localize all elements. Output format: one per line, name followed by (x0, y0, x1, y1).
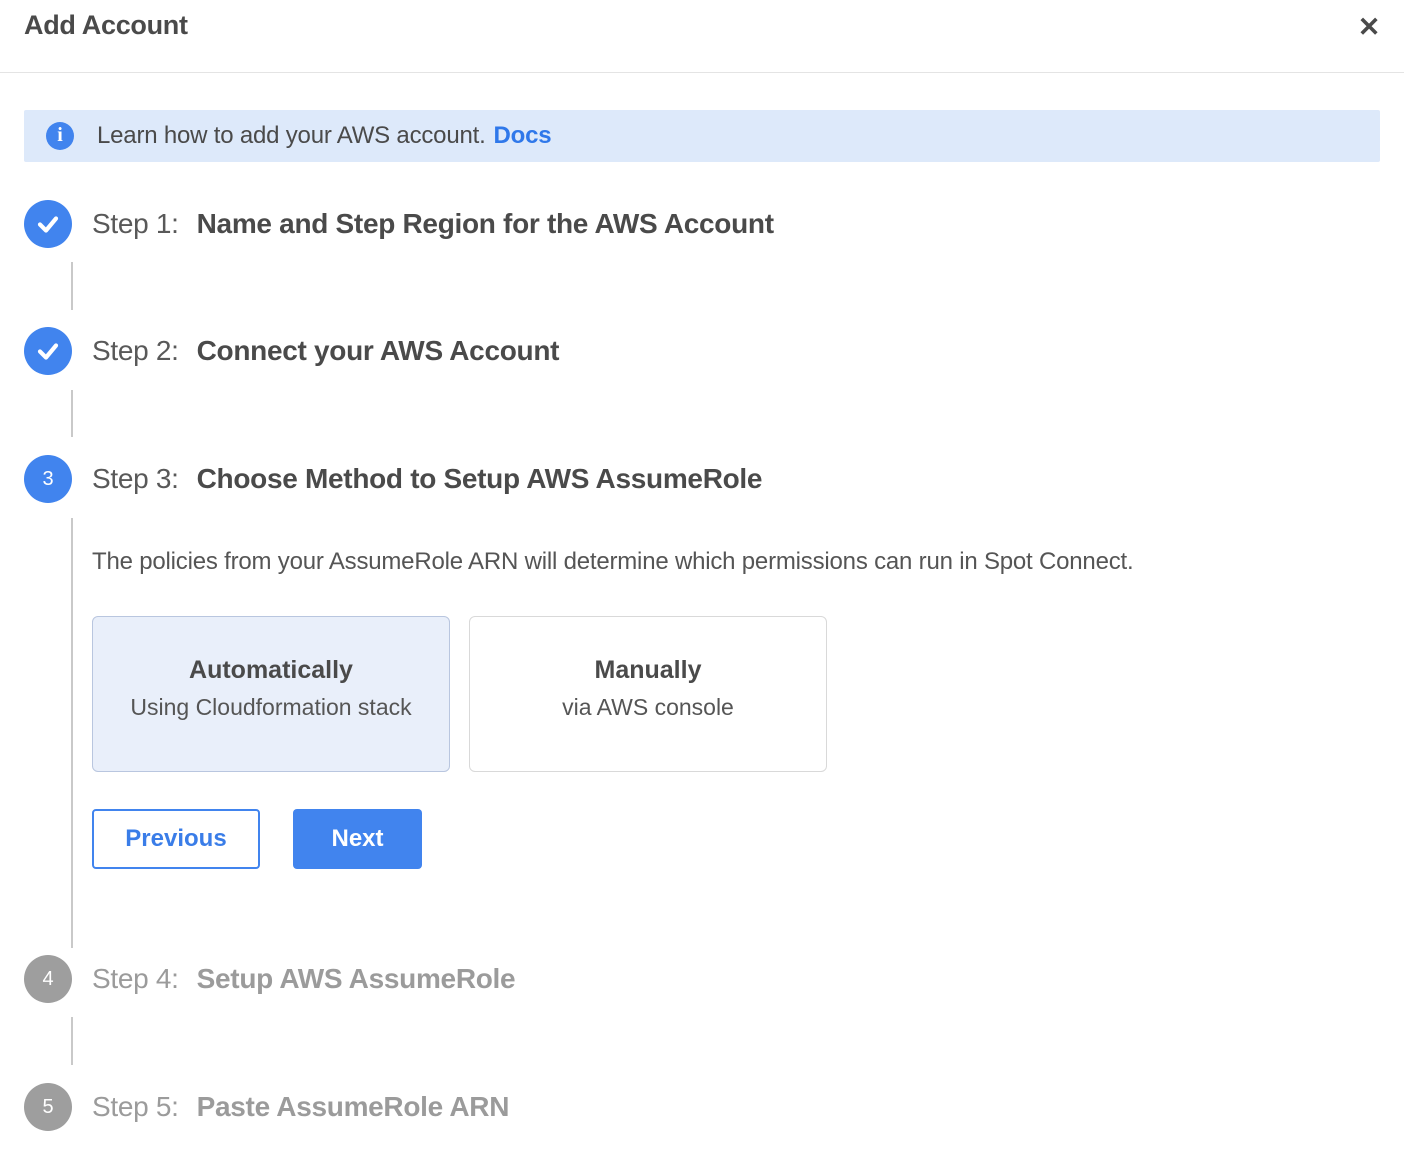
step-1-row: Step 1: Name and Step Region for the AWS… (24, 200, 1380, 248)
step-4-heading: Step 4: Setup AWS AssumeRole (92, 963, 515, 995)
option-card-automatically[interactable]: Automatically Using Cloudformation stack (92, 616, 450, 772)
option-card-manually[interactable]: Manually via AWS console (469, 616, 827, 772)
modal-header: Add Account ✕ (0, 0, 1404, 73)
step-connector-3 (71, 518, 73, 948)
step-3-heading: Step 3: Choose Method to Setup AWS Assum… (92, 463, 762, 495)
step-5-number: 5 (42, 1096, 53, 1119)
step-3-circle: 3 (24, 455, 72, 503)
info-icon: i (46, 122, 74, 150)
docs-link[interactable]: Docs (494, 122, 552, 149)
close-button[interactable]: ✕ (1352, 10, 1386, 44)
step-1-title: Name and Step Region for the AWS Account (197, 208, 774, 240)
option-manually-subtitle: via AWS console (562, 694, 734, 721)
step-3-description: The policies from your AssumeRole ARN wi… (92, 548, 1380, 576)
step-3-number: 3 (42, 468, 53, 491)
step-1-label: Step 1: (92, 208, 179, 240)
option-manually-title: Manually (595, 656, 702, 685)
step-3-label: Step 3: (92, 463, 179, 495)
next-button[interactable]: Next (293, 809, 422, 869)
step-connector-4 (71, 1017, 73, 1065)
modal-title: Add Account (24, 10, 188, 41)
step-4-row: 4 Step 4: Setup AWS AssumeRole (24, 955, 1380, 1003)
step-4-label: Step 4: (92, 963, 179, 995)
step-3-panel: The policies from your AssumeRole ARN wi… (24, 503, 1380, 869)
step-2-label: Step 2: (92, 335, 179, 367)
step-3-panel-inner: The policies from your AssumeRole ARN wi… (92, 503, 1380, 869)
step-5-heading: Step 5: Paste AssumeRole ARN (92, 1091, 509, 1123)
check-icon (35, 211, 61, 237)
step-1-heading: Step 1: Name and Step Region for the AWS… (92, 208, 774, 240)
step-5-label: Step 5: (92, 1091, 179, 1123)
banner-text: Learn how to add your AWS account. (97, 122, 486, 149)
add-account-modal: Add Account ✕ i Learn how to add your AW… (0, 0, 1404, 1131)
step-2-heading: Step 2: Connect your AWS Account (92, 335, 559, 367)
step-5-circle: 5 (24, 1083, 72, 1131)
banner-message: Learn how to add your AWS account. Docs (97, 122, 551, 150)
step-3-title: Choose Method to Setup AWS AssumeRole (197, 463, 763, 495)
option-automatically-title: Automatically (189, 656, 353, 685)
info-banner: i Learn how to add your AWS account. Docs (24, 110, 1380, 162)
close-icon: ✕ (1358, 14, 1381, 41)
previous-button[interactable]: Previous (92, 809, 260, 869)
step-4-number: 4 (42, 968, 53, 991)
modal-content: i Learn how to add your AWS account. Docs… (0, 110, 1404, 1131)
step-2-row: Step 2: Connect your AWS Account (24, 327, 1380, 375)
step-connector-2 (71, 390, 73, 437)
method-options: Automatically Using Cloudformation stack… (92, 616, 1380, 772)
step-2-circle (24, 327, 72, 375)
step-4-title: Setup AWS AssumeRole (197, 963, 516, 995)
step-2-title: Connect your AWS Account (197, 335, 560, 367)
step-1-circle (24, 200, 72, 248)
step-4-circle: 4 (24, 955, 72, 1003)
step-3-row: 3 Step 3: Choose Method to Setup AWS Ass… (24, 455, 1380, 503)
option-automatically-subtitle: Using Cloudformation stack (130, 694, 411, 721)
step-5-row: 5 Step 5: Paste AssumeRole ARN (24, 1083, 1380, 1131)
check-icon (35, 338, 61, 364)
step-5-title: Paste AssumeRole ARN (197, 1091, 509, 1123)
wizard-buttons: Previous Next (92, 809, 1380, 869)
step-connector-1 (71, 262, 73, 310)
